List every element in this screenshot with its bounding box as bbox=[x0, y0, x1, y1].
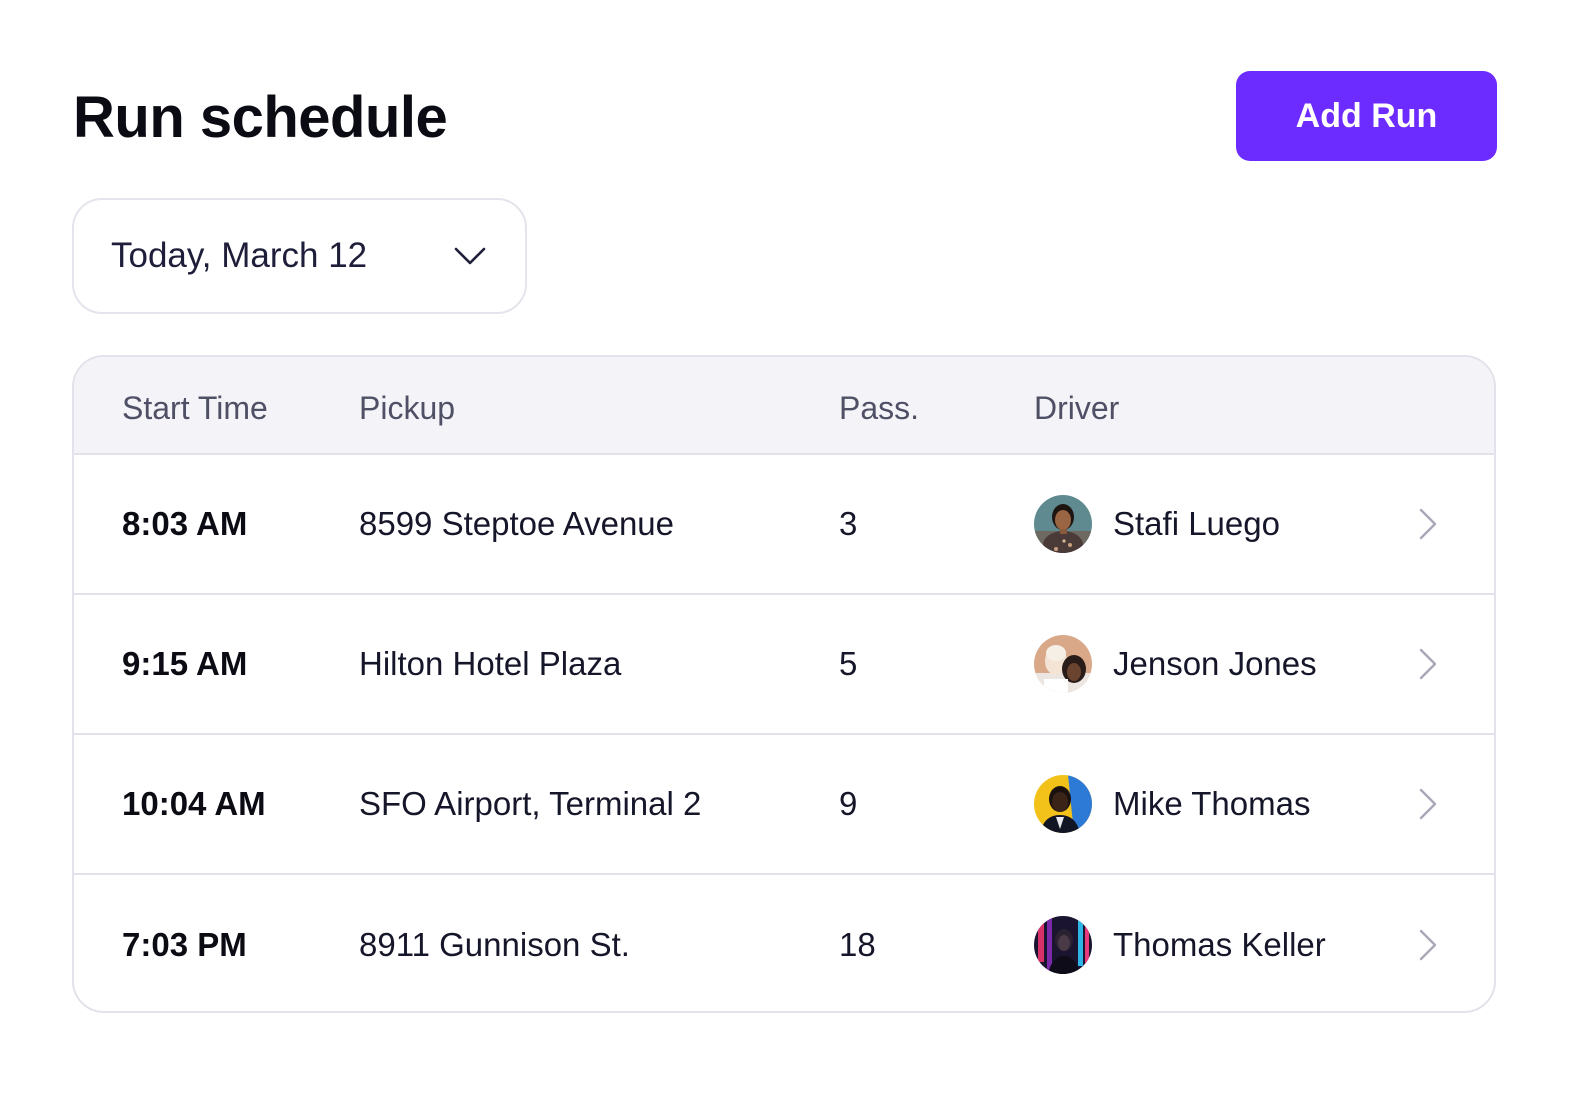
driver-name: Thomas Keller bbox=[1113, 926, 1326, 963]
page-title: Run schedule bbox=[73, 85, 448, 150]
table-header: Start Time Pickup Pass. Driver bbox=[74, 357, 1494, 455]
runs-table: Start Time Pickup Pass. Driver 8:03 AM 8… bbox=[72, 355, 1496, 1013]
start-time-cell: 7:03 PM bbox=[122, 926, 247, 963]
column-header-passengers: Pass. bbox=[839, 390, 920, 426]
pickup-cell: 8599 Steptoe Avenue bbox=[359, 505, 675, 542]
avatar bbox=[1034, 635, 1092, 693]
avatar bbox=[1034, 495, 1092, 553]
date-filter-dropdown[interactable]: Today, March 12 bbox=[72, 198, 527, 314]
passengers-cell: 18 bbox=[839, 926, 876, 963]
chevron-right-icon[interactable] bbox=[1418, 647, 1438, 681]
date-filter-value: Today, March 12 bbox=[111, 236, 368, 275]
driver-name: Jenson Jones bbox=[1113, 645, 1317, 682]
driver-name: Stafi Luego bbox=[1113, 505, 1280, 542]
table-row[interactable]: 10:04 AM SFO Airport, Terminal 2 9 Mike … bbox=[74, 735, 1494, 875]
column-header-driver: Driver bbox=[1034, 390, 1120, 426]
pickup-cell: 8911 Gunnison St. bbox=[359, 926, 630, 963]
column-header-pickup: Pickup bbox=[359, 390, 456, 426]
table-row[interactable]: 9:15 AM Hilton Hotel Plaza 5 Jenson Jone… bbox=[74, 595, 1494, 735]
chevron-right-icon[interactable] bbox=[1418, 928, 1438, 962]
chevron-right-icon[interactable] bbox=[1418, 787, 1438, 821]
avatar bbox=[1034, 775, 1092, 833]
start-time-cell: 9:15 AM bbox=[122, 645, 248, 682]
chevron-down-icon bbox=[454, 247, 486, 265]
table-row[interactable]: 7:03 PM 8911 Gunnison St. 18 Thomas Kell… bbox=[74, 875, 1494, 1011]
start-time-cell: 10:04 AM bbox=[122, 785, 266, 822]
driver-cell: Thomas Keller bbox=[1034, 916, 1326, 974]
driver-name: Mike Thomas bbox=[1113, 785, 1311, 822]
pickup-cell: Hilton Hotel Plaza bbox=[359, 645, 622, 682]
column-header-start-time: Start Time bbox=[122, 390, 268, 426]
add-run-button[interactable]: Add Run bbox=[1236, 71, 1497, 161]
passengers-cell: 3 bbox=[839, 505, 858, 542]
driver-cell: Jenson Jones bbox=[1034, 635, 1317, 693]
run-schedule-page: Run schedule Add Run Today, March 12 Sta… bbox=[0, 0, 1590, 1110]
driver-cell: Stafi Luego bbox=[1034, 495, 1280, 553]
passengers-cell: 5 bbox=[839, 645, 858, 682]
avatar bbox=[1034, 916, 1092, 974]
table-row[interactable]: 8:03 AM 8599 Steptoe Avenue 3 Stafi Lueg… bbox=[74, 455, 1494, 595]
start-time-cell: 8:03 AM bbox=[122, 505, 248, 542]
passengers-cell: 9 bbox=[839, 785, 858, 822]
pickup-cell: SFO Airport, Terminal 2 bbox=[359, 785, 702, 822]
driver-cell: Mike Thomas bbox=[1034, 775, 1310, 833]
chevron-right-icon[interactable] bbox=[1418, 507, 1438, 541]
